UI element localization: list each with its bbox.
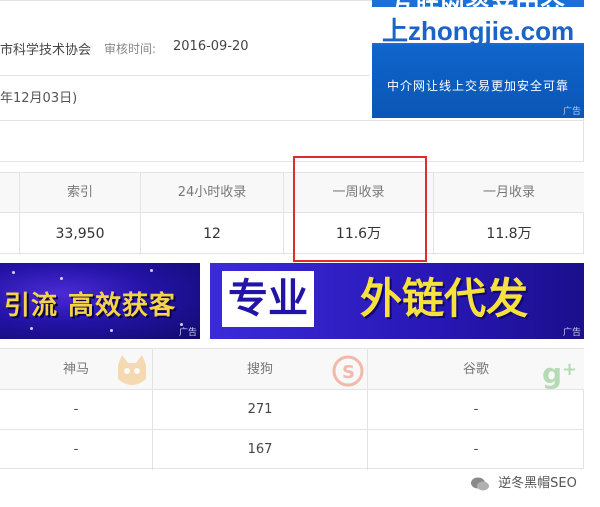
stats-cell-month: 一月收录 11.8万 xyxy=(434,173,584,255)
search-engine-table: 神马 - - 搜狗 S 271 167 谷歌 g + - - xyxy=(0,348,584,470)
audit-time-value: 2016-09-20 xyxy=(173,39,249,54)
ad-domain-box: 上zhongjie.com xyxy=(372,7,584,46)
engine-value: - xyxy=(73,442,79,457)
stats-cell-24h: 24小时收录 12 xyxy=(141,173,284,255)
engine-header: 神马 xyxy=(0,349,152,390)
stats-cell-index: 索引 33,950 xyxy=(20,173,141,255)
ad-slogan: 中介网让线上交易更加安全可靠 xyxy=(386,79,569,93)
star-dot xyxy=(110,329,113,332)
stats-value: 33,950 xyxy=(55,226,105,242)
ad-right-text-professional: 专业 xyxy=(222,271,314,327)
shenma-logo-icon xyxy=(118,355,146,385)
ad-tag: 广告 xyxy=(562,328,581,338)
stats-header: 一月收录 xyxy=(434,173,584,213)
zhongjie-ad-banner[interactable]: 互联网资产中介 上zhongjie.com 中介网让线上交易更加安全可靠 广告 xyxy=(372,0,584,118)
svg-text:S: S xyxy=(342,362,355,383)
stats-header-blank xyxy=(0,173,19,213)
ad-left-text: 引流 高效获客 xyxy=(4,291,177,321)
svg-text:+: + xyxy=(562,359,577,380)
engine-col-shenma: 神马 - - xyxy=(0,349,153,470)
stats-header: 索引 xyxy=(20,173,140,213)
engine-col-sogou: 搜狗 S 271 167 xyxy=(153,349,368,470)
engine-name: 谷歌 xyxy=(462,362,489,377)
star-dot xyxy=(30,327,33,330)
stats-value: 11.8万 xyxy=(486,226,532,242)
highlight-annotation-box xyxy=(293,156,427,262)
svg-text:g: g xyxy=(542,357,562,389)
engine-col-google: 谷歌 g + - - xyxy=(368,349,584,470)
index-stats-table: 索引 33,950 24小时收录 12 一周收录 11.6万 一月收录 11.8… xyxy=(0,172,584,255)
stats-value-blank xyxy=(0,214,19,255)
traffic-ad-banner[interactable]: 引流 高效获客 广告 xyxy=(0,263,200,339)
ad-tag: 广告 xyxy=(178,328,197,338)
engine-name: 神马 xyxy=(62,362,89,377)
engine-value: - xyxy=(368,390,584,430)
stats-value: 12 xyxy=(203,226,221,242)
stats-cell-blank xyxy=(0,173,20,255)
engine-value: 167 xyxy=(247,442,273,457)
engine-value: - xyxy=(0,390,152,430)
date-note: 年12月03日) xyxy=(0,91,78,106)
wechat-watermark: 逆冬黑帽SEO xyxy=(470,472,577,492)
engine-value: 271 xyxy=(153,390,367,430)
star-dot xyxy=(60,277,63,280)
ad-domain: 上zhongjie.com xyxy=(382,16,575,46)
watermark-text: 逆冬黑帽SEO xyxy=(498,476,577,491)
ad-tag: 广告 xyxy=(562,107,581,117)
engine-header: 搜狗 S xyxy=(153,349,367,390)
audit-time-label: 审核时间: xyxy=(104,42,157,56)
site-info-row: 市科学技术协会 审核时间: 2016-09-20 xyxy=(0,1,370,76)
engine-name: 搜狗 xyxy=(246,362,273,377)
stats-header: 24小时收录 xyxy=(141,173,283,213)
engine-value: - xyxy=(473,442,479,457)
engine-header: 谷歌 g + xyxy=(368,349,584,390)
wechat-icon xyxy=(471,477,489,490)
google-plus-logo-icon: g + xyxy=(542,357,577,389)
ad-right-text-backlinks: 外链代发 xyxy=(360,274,529,323)
organization-name: 市科学技术协会 xyxy=(0,43,92,58)
sogou-logo-icon: S xyxy=(332,355,364,387)
star-dot xyxy=(12,271,15,274)
backlink-ad-banner[interactable]: 专业 外链代发 广告 xyxy=(210,263,584,339)
star-dot xyxy=(150,269,153,272)
